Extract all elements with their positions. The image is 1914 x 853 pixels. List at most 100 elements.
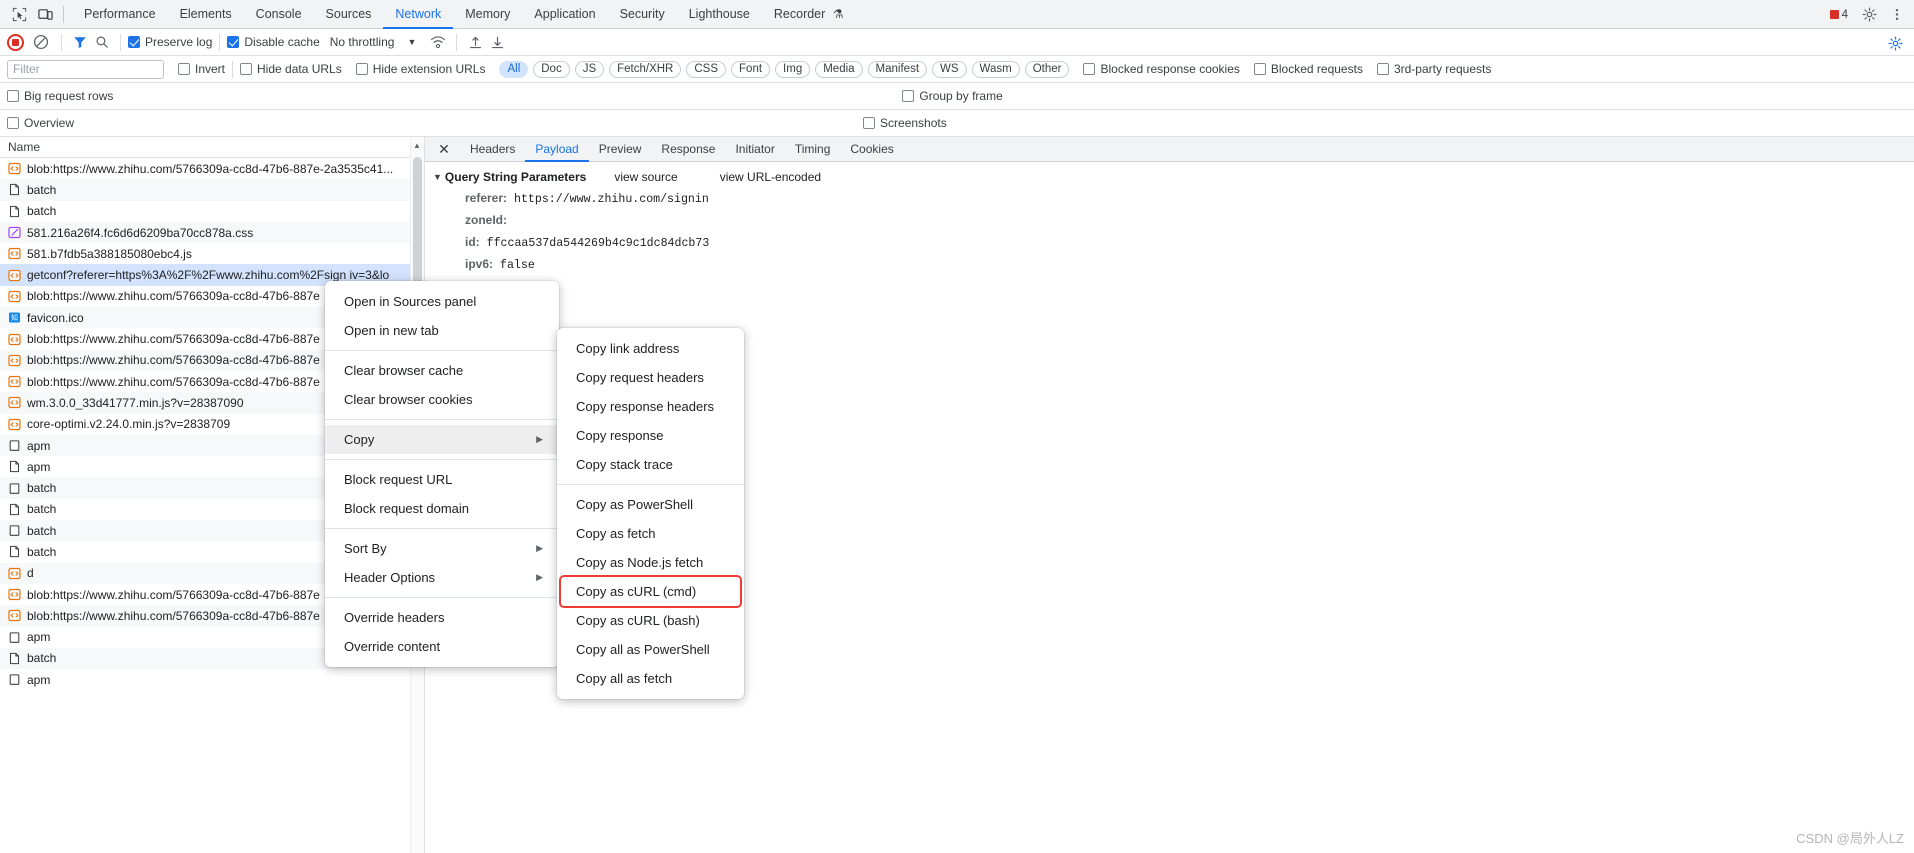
close-icon[interactable]: ✕ — [433, 138, 455, 160]
network-conditions-icon[interactable] — [427, 31, 449, 53]
type-filter-doc[interactable]: Doc — [533, 60, 570, 78]
tab-memory[interactable]: Memory — [453, 0, 522, 29]
menu-item[interactable]: Copy as fetch — [557, 519, 744, 548]
preserve-log-checkbox[interactable]: Preserve log — [128, 35, 212, 49]
tab-lighthouse[interactable]: Lighthouse — [677, 0, 762, 29]
type-filter-media[interactable]: Media — [815, 60, 863, 78]
tab-headers[interactable]: Headers — [460, 137, 525, 162]
tab-initiator[interactable]: Initiator — [725, 137, 784, 162]
menu-item-label: Copy all as PowerShell — [576, 642, 710, 657]
chevron-down-icon[interactable]: ▼ — [407, 37, 416, 47]
record-button[interactable] — [7, 33, 24, 51]
kebab-menu-icon[interactable] — [1884, 3, 1910, 27]
menu-item[interactable]: Clear browser cache — [325, 356, 559, 385]
request-context-menu[interactable]: Open in Sources panel Open in new tab Clea… — [325, 281, 559, 667]
big-request-rows-checkbox[interactable]: Big request rows — [7, 89, 113, 103]
menu-item[interactable]: Copy request headers — [557, 363, 744, 392]
menu-item[interactable]: Header Options ▶ — [325, 563, 559, 592]
menu-item[interactable]: Block request URL — [325, 465, 559, 494]
type-filter-manifest[interactable]: Manifest — [867, 60, 928, 78]
tab-timing[interactable]: Timing — [785, 137, 841, 162]
copy-submenu[interactable]: Copy link address Copy request headers Cop… — [557, 328, 744, 699]
type-filter-font[interactable]: Font — [731, 60, 771, 78]
device-toolbar-icon[interactable] — [32, 2, 58, 26]
menu-item[interactable]: Open in Sources panel — [325, 287, 559, 316]
gear-icon[interactable] — [1856, 3, 1882, 27]
third-party-requests-checkbox[interactable]: 3rd-party requests — [1376, 62, 1491, 76]
menu-item-label: Copy — [344, 432, 375, 447]
menu-item[interactable]: Block request domain — [325, 494, 559, 523]
blocked-requests-checkbox[interactable]: Blocked requests — [1253, 62, 1363, 76]
tab-console[interactable]: Console — [244, 0, 314, 29]
table-row[interactable]: 581.216a26f4.fc6d6d6209ba70cc878a.css — [0, 221, 424, 244]
table-row[interactable]: blob:https://www.zhihu.com/5766309a-cc8d… — [0, 158, 424, 179]
disable-cache-checkbox[interactable]: Disable cache — [227, 35, 320, 49]
menu-item[interactable]: Copy as cURL (cmd) — [559, 575, 742, 608]
network-settings-gear-icon[interactable] — [1884, 32, 1906, 54]
menu-item[interactable]: Open in new tab — [325, 316, 559, 345]
type-filter-js[interactable]: JS — [574, 60, 605, 78]
menu-item[interactable]: Copy as Node.js fetch — [557, 548, 744, 577]
tab-sources[interactable]: Sources — [314, 0, 384, 29]
filter-input[interactable] — [7, 59, 164, 79]
menu-item[interactable]: Clear browser cookies — [325, 385, 559, 414]
view-source-link[interactable]: view source — [614, 170, 677, 184]
tab-preview[interactable]: Preview — [589, 137, 652, 162]
tab-security[interactable]: Security — [608, 0, 677, 29]
table-row[interactable]: apm — [0, 669, 424, 690]
inspect-element-icon[interactable] — [6, 2, 32, 26]
throttling-select[interactable]: No throttling — [330, 35, 395, 49]
type-filter-other[interactable]: Other — [1024, 60, 1070, 78]
invert-checkbox[interactable]: Invert — [178, 62, 225, 76]
menu-item[interactable]: Copy all as PowerShell — [557, 635, 744, 664]
scroll-up-arrow[interactable]: ▲ — [411, 141, 423, 150]
menu-item[interactable]: Copy ▶ — [325, 425, 559, 454]
clear-button[interactable] — [33, 34, 49, 50]
blocked-response-cookies-checkbox[interactable]: Blocked response cookies — [1083, 62, 1240, 76]
table-row[interactable]: 581.b7fdb5a388185080ebc4.js — [0, 243, 424, 264]
query-string-section-header[interactable]: ▼ Query String Parameters view source vi… — [433, 170, 1914, 184]
menu-item-label: Clear browser cookies — [344, 392, 473, 407]
export-har-icon[interactable] — [486, 31, 508, 53]
type-filter-ws[interactable]: WS — [932, 60, 967, 78]
checkbox-box — [1253, 63, 1266, 75]
type-filter-css[interactable]: CSS — [686, 60, 727, 78]
group-by-frame-checkbox[interactable]: Group by frame — [902, 89, 1003, 103]
screenshots-checkbox[interactable]: Screenshots — [863, 116, 947, 130]
generic-icon — [8, 439, 21, 452]
type-filter-img[interactable]: Img — [775, 60, 811, 78]
error-count-badge[interactable]: 4 — [1824, 9, 1854, 21]
tab-cookies[interactable]: Cookies — [840, 137, 903, 162]
tab-response[interactable]: Response — [651, 137, 725, 162]
menu-item[interactable]: Override headers — [325, 603, 559, 632]
type-filter-all[interactable]: All — [499, 60, 529, 78]
table-row[interactable]: batch — [0, 179, 424, 201]
menu-item[interactable]: Sort By ▶ — [325, 534, 559, 563]
menu-item[interactable]: Copy as cURL (bash) — [557, 606, 744, 635]
tab-recorder[interactable]: Recorder ⚗ — [762, 0, 856, 29]
menu-item[interactable]: Copy all as fetch — [557, 664, 744, 693]
menu-item[interactable]: Copy response — [557, 421, 744, 450]
menu-item[interactable]: Copy stack trace — [557, 450, 744, 479]
column-header-name[interactable]: Name — [0, 137, 424, 158]
tab-payload[interactable]: Payload — [525, 137, 588, 162]
hide-extension-urls-checkbox[interactable]: Hide extension URLs — [355, 62, 485, 76]
menu-item[interactable]: Copy link address — [557, 334, 744, 363]
menu-item[interactable]: Override content — [325, 632, 559, 661]
view-url-encoded-link[interactable]: view URL-encoded — [720, 170, 821, 184]
filter-icon[interactable] — [69, 31, 91, 53]
hide-data-urls-checkbox[interactable]: Hide data URLs — [240, 62, 342, 76]
menu-item[interactable]: Copy response headers — [557, 392, 744, 421]
tab-performance[interactable]: Performance — [72, 0, 168, 29]
table-row[interactable]: batch — [0, 201, 424, 222]
triangle-down-icon[interactable]: ▼ — [433, 172, 442, 182]
tab-elements[interactable]: Elements — [168, 0, 244, 29]
type-filter-fetch-xhr[interactable]: Fetch/XHR — [609, 60, 682, 78]
type-filter-wasm[interactable]: Wasm — [971, 60, 1020, 78]
overview-checkbox[interactable]: Overview — [7, 116, 74, 130]
tab-network[interactable]: Network — [383, 0, 453, 29]
search-icon[interactable] — [91, 31, 113, 53]
import-har-icon[interactable] — [464, 31, 486, 53]
menu-item[interactable]: Copy as PowerShell — [557, 490, 744, 519]
tab-application[interactable]: Application — [522, 0, 607, 29]
